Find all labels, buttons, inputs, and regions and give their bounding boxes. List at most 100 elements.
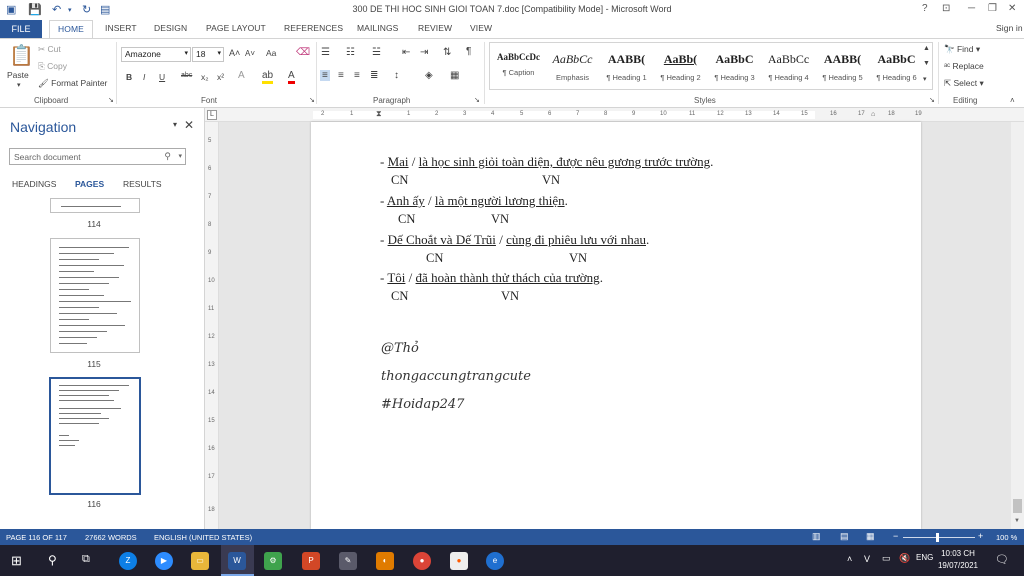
format-painter-button[interactable]: 🖌 Format Painter: [38, 78, 107, 89]
highlight-icon[interactable]: ab: [262, 70, 274, 84]
style-heading-5[interactable]: AABB(¶ Heading 5: [816, 46, 869, 84]
close-icon[interactable]: ✕: [184, 118, 194, 132]
style-heading-6[interactable]: AaBbC ¶ Heading 6: [870, 46, 923, 84]
tab-insert[interactable]: INSERT: [105, 23, 137, 33]
multilevel-list-icon[interactable]: ☱: [372, 47, 381, 58]
grow-font-button[interactable]: A˄: [229, 48, 240, 58]
increase-indent-icon[interactable]: ⇥: [420, 47, 428, 58]
tab-home[interactable]: HOME: [49, 20, 93, 39]
copy-button[interactable]: ⎘ Copy: [38, 61, 67, 72]
show-marks-icon[interactable]: ¶: [466, 46, 471, 57]
style-heading-2[interactable]: AaBb(¶ Heading 2: [654, 46, 707, 84]
paste-button[interactable]: Paste: [7, 70, 29, 80]
tab-results[interactable]: RESULTS: [123, 179, 162, 189]
indent-marker-icon[interactable]: ⧗: [376, 109, 382, 119]
page-thumbnail-115[interactable]: [50, 238, 140, 353]
paragraph-launcher-icon[interactable]: ↘: [474, 96, 480, 104]
subscript-button[interactable]: x₂: [201, 72, 209, 82]
italic-button[interactable]: I: [143, 72, 145, 82]
styles-scroll-down-icon[interactable]: ▼: [923, 60, 930, 67]
text-effects-icon[interactable]: A: [238, 70, 245, 81]
page-count[interactable]: PAGE 116 OF 117: [6, 533, 67, 542]
search-icon[interactable]: ⚲: [48, 553, 57, 567]
style-heading-3[interactable]: AaBbC ¶ Heading 3: [708, 46, 761, 84]
style-caption[interactable]: AaBbCcDc ¶ Caption: [492, 46, 545, 84]
tab-design[interactable]: DESIGN: [154, 23, 187, 33]
zoom-out-icon[interactable]: −: [893, 531, 898, 541]
print-layout-icon[interactable]: ▤: [840, 531, 849, 542]
styles-launcher-icon[interactable]: ↘: [929, 96, 935, 104]
page-thumbnail-116[interactable]: [49, 377, 141, 495]
help-button[interactable]: ?: [922, 3, 928, 14]
scrollbar-thumb[interactable]: [1013, 499, 1022, 513]
change-case-button[interactable]: Aa: [266, 48, 276, 58]
align-left-icon[interactable]: ≡: [320, 70, 330, 81]
app-icon[interactable]: ✎: [339, 552, 357, 570]
powerpoint-icon[interactable]: P: [302, 552, 320, 570]
windows-start-icon[interactable]: ⊞: [11, 553, 22, 569]
tab-references[interactable]: REFERENCES: [284, 23, 343, 33]
ribbon-display-options-icon[interactable]: ⊡: [942, 3, 950, 14]
file-explorer-icon[interactable]: ▭: [191, 552, 209, 570]
styles-scroll-up-icon[interactable]: ▲: [923, 45, 930, 52]
bullets-icon[interactable]: ☰: [321, 47, 330, 58]
tab-file[interactable]: FILE: [0, 20, 42, 38]
select-button[interactable]: ⇱ Select ▾: [944, 78, 984, 89]
tab-review[interactable]: REVIEW: [418, 23, 452, 33]
right-indent-marker-icon[interactable]: ⌂: [871, 111, 875, 118]
restore-button[interactable]: ❐: [988, 3, 997, 14]
shrink-font-button[interactable]: A˅: [245, 49, 255, 58]
zoom-app-icon[interactable]: ▶: [155, 552, 173, 570]
clear-formatting-icon[interactable]: ⌫: [296, 47, 310, 58]
minimize-button[interactable]: ─: [968, 3, 975, 14]
search-input[interactable]: Search document ⚲ ▾: [9, 148, 186, 165]
notifications-icon[interactable]: 🗨: [995, 553, 1009, 566]
task-view-icon[interactable]: ⧉: [82, 553, 90, 566]
language-status[interactable]: ENGLISH (UNITED STATES): [154, 533, 252, 542]
zoom-slider[interactable]: [903, 537, 975, 538]
font-color-icon[interactable]: A: [288, 70, 295, 84]
sort-icon[interactable]: ⇅: [443, 47, 451, 58]
font-size-input[interactable]: 18 ▾: [192, 47, 224, 62]
app-icon[interactable]: ●: [450, 552, 468, 570]
clock[interactable]: 10:03 CH 19/07/2021: [930, 548, 986, 572]
underline-button[interactable]: U: [159, 72, 165, 82]
document-page[interactable]: - Mai / là học sinh giỏi toàn diện, được…: [311, 122, 921, 529]
vertical-ruler[interactable]: 5 6 7 8 9 10 11 12 13 14 15 16 17 18: [205, 122, 219, 529]
app-icon[interactable]: ⚙: [264, 552, 282, 570]
paste-dropdown-icon[interactable]: ▾: [17, 81, 21, 89]
superscript-button[interactable]: x²: [217, 72, 224, 82]
font-launcher-icon[interactable]: ↘: [309, 96, 315, 104]
app-icon[interactable]: ◐: [376, 552, 394, 570]
cut-button[interactable]: ✂ Cut: [38, 44, 61, 55]
bold-button[interactable]: B: [126, 72, 132, 82]
borders-icon[interactable]: ▦: [450, 70, 459, 81]
justify-icon[interactable]: ≣: [370, 70, 378, 81]
zalo-icon[interactable]: Z: [119, 552, 137, 570]
tab-page-layout[interactable]: PAGE LAYOUT: [206, 23, 266, 33]
strikethrough-button[interactable]: abc: [181, 72, 192, 79]
zoom-in-icon[interactable]: +: [978, 531, 983, 541]
page-thumbnail-114[interactable]: [50, 198, 140, 213]
paste-icon[interactable]: 📋: [9, 43, 34, 68]
tab-headings[interactable]: HEADINGS: [12, 179, 56, 189]
tab-view[interactable]: VIEW: [470, 23, 492, 33]
chevron-down-icon[interactable]: ▾: [173, 120, 177, 129]
tab-mailings[interactable]: MAILINGS: [357, 23, 398, 33]
find-button[interactable]: 🔭 Find ▾: [944, 44, 980, 55]
replace-button[interactable]: ᵃᶜ Replace: [944, 61, 984, 71]
zoom-level[interactable]: 100 %: [996, 533, 1017, 542]
collapse-ribbon-icon[interactable]: ˄: [1010, 96, 1015, 105]
vertical-scrollbar[interactable]: ▼: [1011, 122, 1024, 529]
numbering-icon[interactable]: ☷: [346, 47, 355, 58]
zoom-slider-thumb[interactable]: [936, 533, 939, 542]
network-icon[interactable]: V: [864, 554, 870, 564]
chevron-up-icon[interactable]: ˄: [847, 554, 852, 564]
tab-selector-icon[interactable]: L: [207, 110, 217, 120]
align-right-icon[interactable]: ≡: [354, 70, 360, 81]
read-mode-icon[interactable]: ▥: [812, 531, 821, 542]
scroll-down-icon[interactable]: ▼: [1014, 518, 1020, 524]
style-heading-1[interactable]: AABB(¶ Heading 1: [600, 46, 653, 84]
align-center-icon[interactable]: ≡: [338, 70, 344, 81]
decrease-indent-icon[interactable]: ⇤: [402, 47, 410, 58]
